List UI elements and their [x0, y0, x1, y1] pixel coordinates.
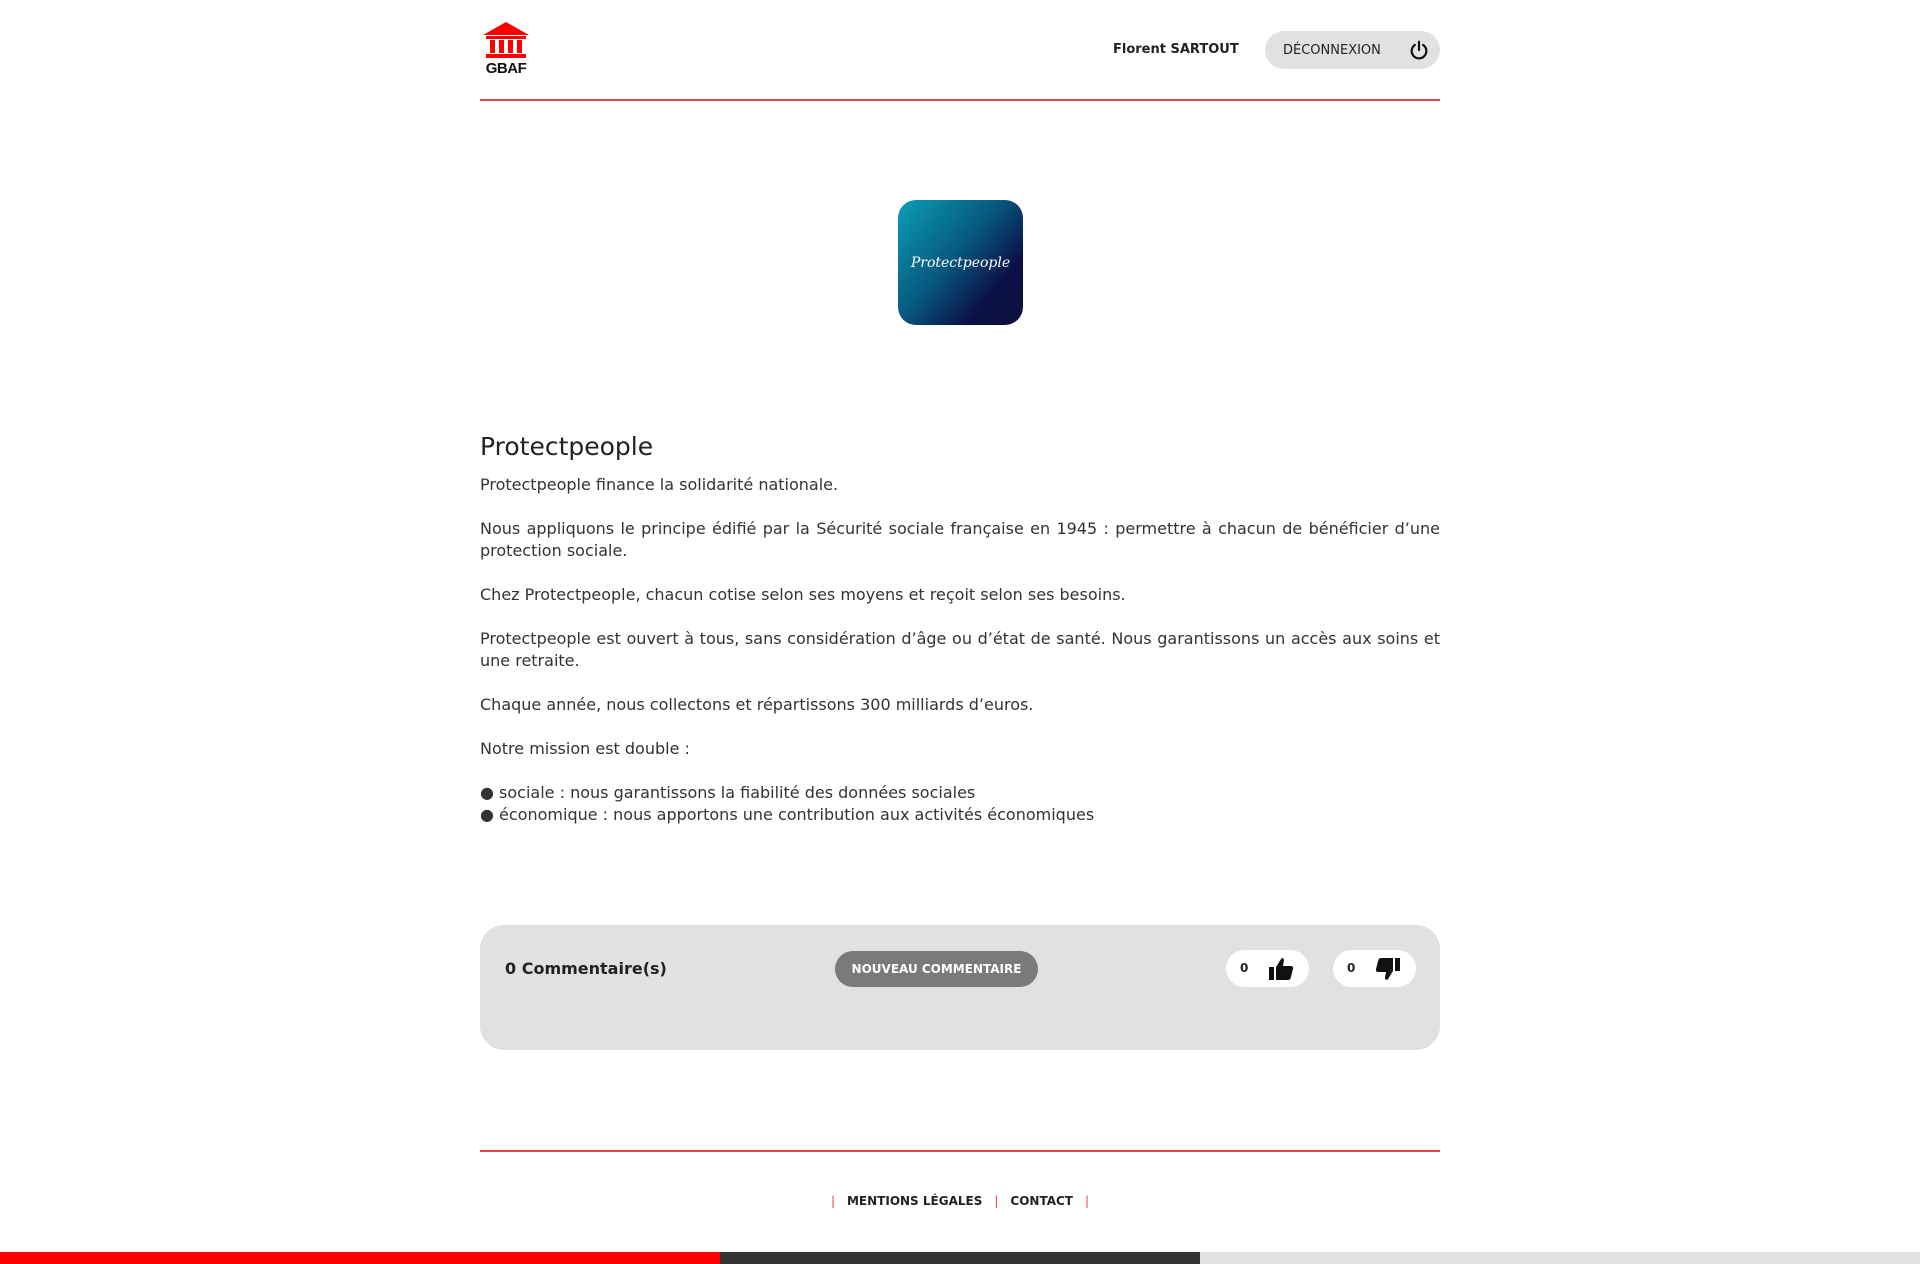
- bar-segment-dark: [720, 1252, 1200, 1264]
- bank-building-icon: [483, 22, 529, 58]
- paragraph: Nous appliquons le principe édifié par l…: [480, 519, 1440, 560]
- like-count: 0: [1240, 961, 1249, 975]
- contact-link[interactable]: CONTACT: [1010, 1194, 1073, 1208]
- footer-divider: [480, 1150, 1440, 1152]
- paragraph: Chaque année, nous collectons et réparti…: [480, 695, 1034, 714]
- logo-text: GBAF: [485, 60, 527, 77]
- new-comment-button[interactable]: NOUVEAU COMMENTAIRE: [835, 951, 1038, 987]
- partner-description: Protectpeople Protectpeople finance la s…: [480, 430, 1440, 826]
- bottom-color-bar: [0, 1252, 1920, 1264]
- partner-title: Protectpeople: [480, 432, 654, 461]
- footer-separator: |: [994, 1194, 999, 1208]
- footer-separator: |: [1085, 1194, 1090, 1208]
- legal-link[interactable]: MENTIONS LÉGALES: [847, 1194, 982, 1208]
- footer-separator: |: [830, 1194, 835, 1208]
- mission-list: ● sociale : nous garantissons la fiabili…: [480, 782, 1440, 826]
- dislike-count: 0: [1347, 961, 1356, 975]
- paragraph: Notre mission est double :: [480, 739, 690, 758]
- paragraph: Protectpeople finance la solidarité nati…: [480, 475, 839, 494]
- partner-logo-text: Protectpeople: [910, 254, 1011, 271]
- bar-segment-light: [1200, 1252, 1920, 1264]
- comments-panel: 0 Commentaire(s) NOUVEAU COMMENTAIRE 0 0: [480, 925, 1440, 1050]
- like-button[interactable]: 0: [1226, 950, 1309, 987]
- partner-logo: Protectpeople: [898, 200, 1023, 325]
- header: GBAF Florent SARTOUT DÉCONNEXION: [480, 0, 1440, 101]
- power-icon: [1410, 40, 1428, 60]
- paragraph: Protectpeople est ouvert à tous, sans co…: [480, 629, 1440, 670]
- gbaf-logo[interactable]: GBAF: [483, 22, 529, 77]
- logout-label: DÉCONNEXION: [1283, 43, 1381, 58]
- comment-count: 0 Commentaire(s): [505, 959, 667, 978]
- bar-segment-red: [0, 1252, 720, 1264]
- footer-links: | MENTIONS LÉGALES | CONTACT |: [0, 1194, 1920, 1208]
- logout-button[interactable]: DÉCONNEXION: [1265, 31, 1440, 69]
- user-name: Florent SARTOUT: [1113, 42, 1239, 57]
- thumbs-down-icon: [1375, 958, 1400, 980]
- list-item: ● sociale : nous garantissons la fiabili…: [480, 783, 976, 802]
- list-item: ● économique : nous apportons une contri…: [480, 805, 1095, 824]
- paragraph: Chez Protectpeople, chacun cotise selon …: [480, 585, 1126, 604]
- dislike-button[interactable]: 0: [1333, 950, 1416, 987]
- thumbs-up-icon: [1269, 958, 1294, 980]
